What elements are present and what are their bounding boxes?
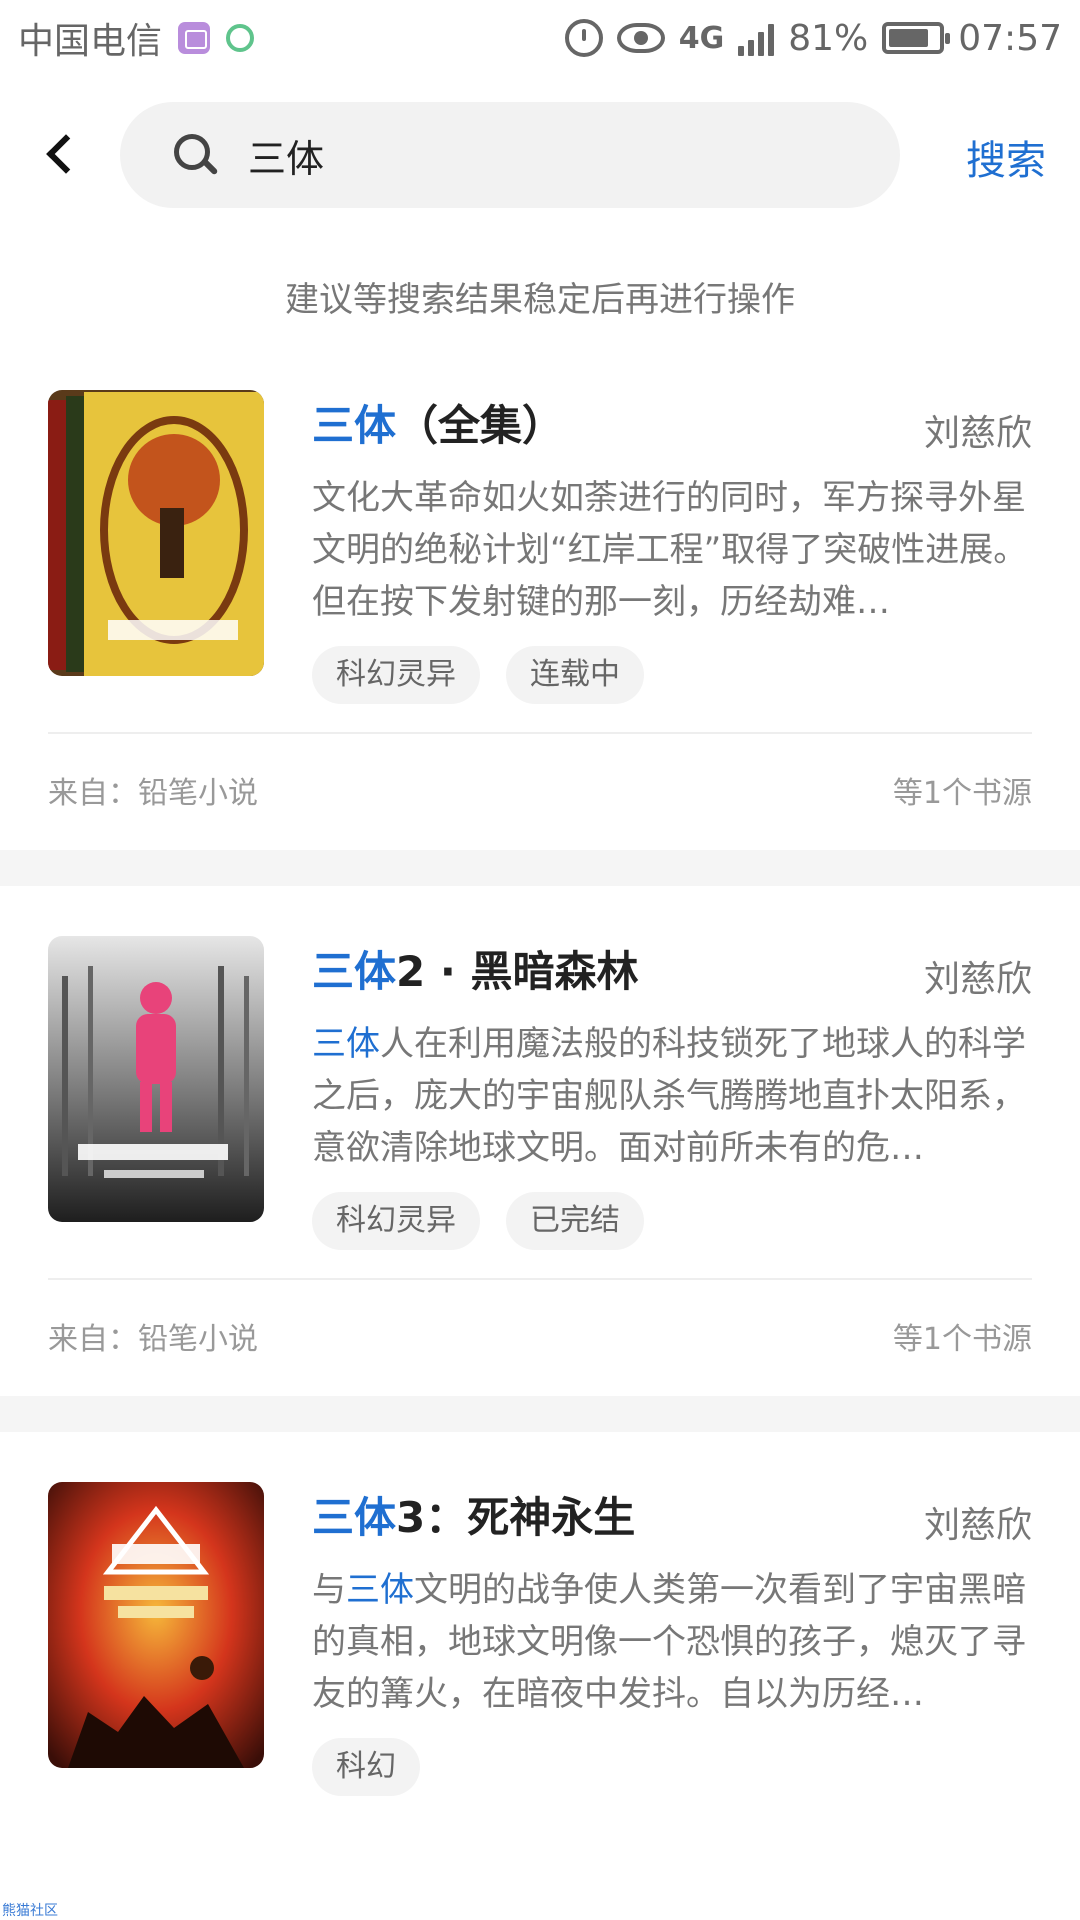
book-cover[interactable] xyxy=(48,390,264,676)
book-description: 三体人在利用魔法般的科技锁死了地球人的科学之后，庞大的宇宙舰队杀气腾腾地直扑太阳… xyxy=(312,1018,1032,1174)
battery-fill xyxy=(889,29,929,47)
title-highlight: 三体 xyxy=(312,1493,397,1542)
status-tag: 连载中 xyxy=(506,646,644,704)
source-label: 来自：铅笔小说 xyxy=(48,1322,258,1357)
signal-icon xyxy=(738,20,775,56)
search-header: 搜索 xyxy=(0,102,1080,208)
book-description: 与三体文明的战争使人类第一次看到了宇宙黑暗的真相，地球文明像一个恐惧的孩子，熄灭… xyxy=(312,1564,1032,1720)
title-rest: 2 · 黑暗森林 xyxy=(396,947,639,996)
description-text: 文明的战争使人类第一次看到了宇宙黑暗的真相，地球文明像一个恐惧的孩子，熄灭了寻友… xyxy=(312,1570,1026,1714)
title-rest: 3：死神永生 xyxy=(396,1493,636,1542)
card-footer: 来自：铅笔小说 等1个书源 xyxy=(48,768,1032,812)
battery-icon xyxy=(882,22,951,54)
genre-tag: 科幻灵异 xyxy=(312,1192,480,1250)
description-text: 文化大革命如火如荼进行的同时，军方探寻外星文明的绝秘计划“红岸工程”取得了突破性… xyxy=(312,478,1028,622)
alarm-icon xyxy=(564,19,603,57)
status-bar: 中国电信 4G 81% 07:57 xyxy=(0,0,1080,76)
section-gap xyxy=(0,850,1080,886)
tag-list: 科幻灵异 连载中 xyxy=(312,646,644,704)
result-card[interactable]: 三体2 · 黑暗森林 刘慈欣 三体人在利用魔法般的科技锁死了地球人的科学之后，庞… xyxy=(0,936,1080,1396)
battery-percent: 81% xyxy=(788,17,869,59)
chat-notification-icon xyxy=(226,24,255,52)
title-highlight: 三体 xyxy=(312,947,397,996)
book-author: 刘慈欣 xyxy=(923,959,1032,1000)
divider xyxy=(48,1278,1032,1280)
book-cover-art xyxy=(48,936,264,1222)
description-highlight: 三体 xyxy=(312,1024,380,1064)
search-input[interactable] xyxy=(248,133,808,177)
genre-tag: 科幻灵异 xyxy=(312,646,480,704)
book-title[interactable]: 三体（全集） xyxy=(312,392,564,453)
description-text: 人在利用魔法般的科技锁死了地球人的科学之后，庞大的宇宙舰队杀气腾腾地直扑太阳系，… xyxy=(312,1024,1026,1168)
result-card[interactable]: 三体3：死神永生 刘慈欣 与三体文明的战争使人类第一次看到了宇宙黑暗的真相，地球… xyxy=(0,1482,1080,1882)
back-button[interactable] xyxy=(40,130,84,180)
clock: 07:57 xyxy=(958,17,1062,59)
status-tag: 已完结 xyxy=(506,1192,644,1250)
watermark: 熊猫社区 xyxy=(2,1903,58,1919)
book-title[interactable]: 三体3：死神永生 xyxy=(312,1484,635,1545)
description-prefix: 与 xyxy=(312,1570,346,1610)
source-count[interactable]: 等1个书源 xyxy=(893,1314,1032,1358)
eye-care-icon xyxy=(616,23,665,53)
genre-tag: 科幻 xyxy=(312,1738,420,1796)
gallery-notification-icon xyxy=(178,22,211,54)
title-highlight: 三体 xyxy=(312,401,397,450)
book-cover-art xyxy=(48,390,264,676)
section-gap xyxy=(0,1396,1080,1432)
book-cover[interactable] xyxy=(48,1482,264,1768)
book-description: 文化大革命如火如荼进行的同时，军方探寻外星文明的绝秘计划“红岸工程”取得了突破性… xyxy=(312,472,1032,628)
book-title[interactable]: 三体2 · 黑暗森林 xyxy=(312,938,638,999)
search-box[interactable] xyxy=(120,102,900,208)
search-icon xyxy=(174,134,216,176)
title-rest: （全集） xyxy=(396,401,565,450)
book-author: 刘慈欣 xyxy=(923,413,1032,454)
divider xyxy=(48,732,1032,734)
book-cover[interactable] xyxy=(48,936,264,1222)
search-button[interactable]: 搜索 xyxy=(966,128,1046,186)
result-card[interactable]: 三体（全集） 刘慈欣 文化大革命如火如荼进行的同时，军方探寻外星文明的绝秘计划“… xyxy=(0,390,1080,850)
source-count[interactable]: 等1个书源 xyxy=(893,768,1032,812)
tag-list: 科幻灵异 已完结 xyxy=(312,1192,644,1250)
card-footer: 来自：铅笔小说 等1个书源 xyxy=(48,1314,1032,1358)
carrier-label: 中国电信 xyxy=(18,21,163,62)
description-highlight: 三体 xyxy=(346,1570,414,1610)
network-type-label: 4G xyxy=(678,20,725,56)
book-cover-art xyxy=(48,1482,264,1768)
source-label: 来自：铅笔小说 xyxy=(48,776,258,811)
book-author: 刘慈欣 xyxy=(923,1505,1032,1546)
tag-list: 科幻 xyxy=(312,1738,420,1796)
stability-notice: 建议等搜索结果稳定后再进行操作 xyxy=(285,280,795,320)
